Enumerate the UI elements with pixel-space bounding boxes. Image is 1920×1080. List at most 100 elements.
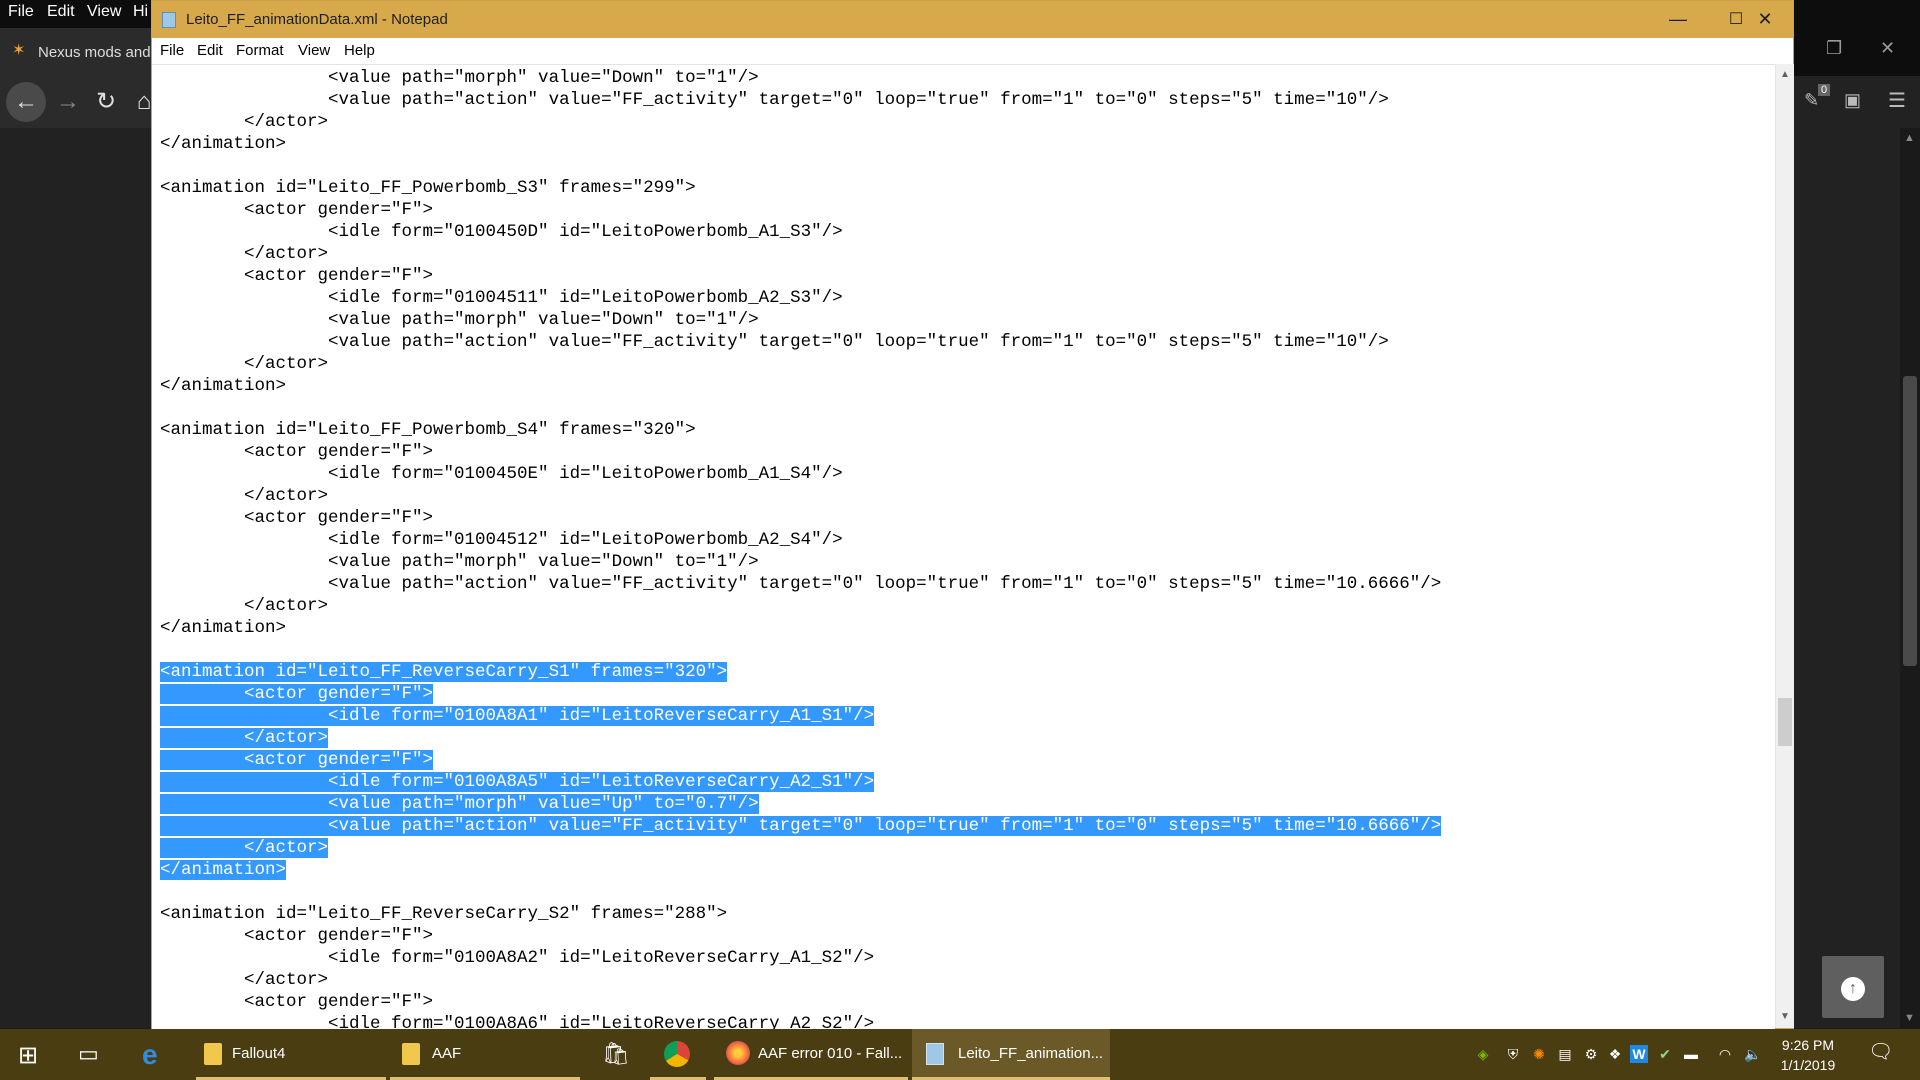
editor-line[interactable]: <idle form="01004511" id="LeitoPowerbomb… [160, 287, 1441, 309]
forward-button[interactable]: → [50, 84, 86, 120]
menu-edit[interactable]: Edit [197, 42, 223, 59]
close-button[interactable]: ✕ [1736, 1, 1794, 38]
firefox-icon [726, 1041, 750, 1065]
notepad-title-bar[interactable]: Leito_FF_animationData.xml - Notepad — ☐… [152, 1, 1793, 38]
editor-line[interactable]: </animation> [160, 375, 1441, 397]
editor-line[interactable]: <idle form="0100A8A2" id="LeitoReverseCa… [160, 947, 1441, 969]
editor-line[interactable]: <actor gender="F"> [160, 265, 1441, 287]
text-editor[interactable]: <value path="morph" value="Down" to="1"/… [152, 64, 1775, 1031]
editor-line[interactable]: </animation> [160, 133, 1441, 155]
dropbox-icon[interactable]: ❖ [1606, 1045, 1624, 1063]
taskbar-app-firefox[interactable]: AAF error 010 - Fall... [714, 1029, 908, 1080]
editor-line[interactable] [160, 881, 1441, 903]
avast-icon[interactable]: ✺ [1530, 1045, 1548, 1063]
editor-line[interactable]: <value path="action" value="FF_activity"… [160, 815, 1442, 837]
editor-line[interactable]: <idle form="0100450D" id="LeitoPowerbomb… [160, 221, 1441, 243]
editor-line[interactable]: <animation id="Leito_FF_Powerbomb_S4" fr… [160, 419, 1441, 441]
editor-line[interactable]: <animation id="Leito_FF_ReverseCarry_S2"… [160, 903, 1441, 925]
extension-icon[interactable]: ✎ [1804, 90, 1819, 111]
security-shield-icon[interactable]: ⛨ [1504, 1045, 1522, 1063]
back-button[interactable]: ← [6, 82, 46, 122]
editor-line[interactable] [160, 639, 1441, 661]
editor-line[interactable]: </actor> [160, 595, 1441, 617]
page-scrollbar[interactable]: ▲ ▼ [1900, 128, 1920, 1028]
taskbar-app-fallout4[interactable]: Fallout4 [196, 1029, 386, 1080]
browser-menu-history[interactable]: Hi [133, 3, 148, 21]
editor-line[interactable]: <value path="morph" value="Down" to="1"/… [160, 309, 1441, 331]
steam-icon[interactable]: ⚙ [1582, 1045, 1600, 1063]
scroll-up-icon[interactable]: ▲ [1776, 66, 1794, 84]
editor-line[interactable]: <idle form="0100450E" id="LeitoPowerbomb… [160, 463, 1441, 485]
editor-line[interactable] [160, 397, 1441, 419]
taskbar-clock[interactable]: 9:26 PM 1/1/2019 [1768, 1035, 1848, 1075]
menu-file[interactable]: File [160, 42, 184, 59]
taskbar-app-notepad[interactable]: Leito_FF_animation... [912, 1029, 1110, 1080]
menu-format[interactable]: Format [236, 42, 284, 59]
editor-line[interactable]: <idle form="0100A8A5" id="LeitoReverseCa… [160, 771, 1441, 793]
scroll-up-icon[interactable]: ▲ [1904, 132, 1915, 144]
browser-menu-edit[interactable]: Edit [47, 3, 75, 21]
page-scroll-thumb[interactable] [1903, 376, 1917, 666]
editor-line[interactable]: </animation> [160, 859, 1441, 881]
editor-scroll-thumb[interactable] [1778, 698, 1792, 746]
task-view-icon[interactable]: ▭ [78, 1041, 99, 1067]
editor-line[interactable]: <value path="action" value="FF_activity"… [160, 89, 1441, 111]
scroll-to-top-button[interactable]: ↑ [1822, 956, 1884, 1018]
close-icon[interactable]: ✕ [1880, 38, 1895, 59]
editor-line[interactable] [160, 155, 1441, 177]
taskbar-app-store[interactable]: 🛍 [592, 1029, 638, 1080]
browser-menu-file[interactable]: File [8, 3, 34, 21]
editor-line[interactable]: <value path="morph" value="Down" to="1"/… [160, 551, 1441, 573]
editor-line[interactable]: <actor gender="F"> [160, 925, 1441, 947]
battery-icon[interactable]: ▬ [1682, 1045, 1700, 1063]
menu-help[interactable]: Help [344, 42, 375, 59]
wifi-icon[interactable]: ◠ [1716, 1045, 1734, 1063]
editor-line[interactable]: <actor gender="F"> [160, 507, 1441, 529]
editor-content[interactable]: <value path="morph" value="Down" to="1"/… [160, 67, 1442, 1031]
editor-line[interactable]: <idle form="01004512" id="LeitoPowerbomb… [160, 529, 1441, 551]
editor-line[interactable]: <actor gender="F"> [160, 991, 1441, 1013]
windows-start-icon[interactable]: ⊞ [18, 1041, 38, 1070]
edge-icon[interactable]: e [142, 1039, 158, 1071]
editor-line[interactable]: <value path="action" value="FF_activity"… [160, 331, 1441, 353]
taskbar-app-chrome[interactable] [650, 1029, 706, 1080]
restore-icon[interactable]: ❐ [1826, 38, 1842, 59]
editor-line[interactable]: <idle form="0100A8A1" id="LeitoReverseCa… [160, 705, 1441, 727]
editor-line[interactable]: <value path="morph" value="Up" to="0.7"/… [160, 793, 1441, 815]
editor-line[interactable]: <actor gender="F"> [160, 441, 1441, 463]
editor-line[interactable]: </actor> [160, 969, 1441, 991]
reload-button[interactable]: ↻ [88, 84, 124, 120]
update-check-icon[interactable]: ✔ [1656, 1045, 1674, 1063]
editor-line[interactable]: <actor gender="F"> [160, 199, 1441, 221]
editor-line[interactable]: </actor> [160, 485, 1441, 507]
menu-icon[interactable]: ☰ [1888, 88, 1906, 113]
editor-line[interactable]: <actor gender="F"> [160, 683, 1441, 705]
editor-line[interactable]: <value path="morph" value="Down" to="1"/… [160, 67, 1441, 89]
editor-line-text: <actor gender="F"> [160, 926, 434, 946]
browser-tab[interactable]: ✶ Nexus mods and [0, 28, 160, 76]
minimize-button[interactable]: — [1649, 1, 1707, 38]
browser-menu-view[interactable]: View [87, 3, 121, 21]
volume-icon[interactable]: 🔈 [1744, 1045, 1762, 1063]
menu-view[interactable]: View [298, 42, 330, 59]
editor-line[interactable]: </actor> [160, 243, 1441, 265]
scroll-down-icon[interactable]: ▼ [1776, 1008, 1794, 1026]
editor-line[interactable]: </actor> [160, 111, 1441, 133]
w-app-icon[interactable]: W [1630, 1045, 1648, 1063]
screenshot-icon[interactable]: ▣ [1844, 90, 1861, 111]
nvidia-icon[interactable]: ◈ [1474, 1045, 1492, 1063]
editor-line[interactable]: <animation id="Leito_FF_Powerbomb_S3" fr… [160, 177, 1441, 199]
editor-line[interactable]: <actor gender="F"> [160, 749, 1441, 771]
browser-tab-label: Nexus mods and [38, 44, 151, 61]
action-center-icon[interactable]: 🗨 [1868, 1042, 1893, 1062]
editor-line[interactable]: </actor> [160, 837, 1441, 859]
editor-line[interactable]: <animation id="Leito_FF_ReverseCarry_S1"… [160, 661, 1441, 683]
device-icon[interactable]: ▤ [1556, 1045, 1574, 1063]
editor-line[interactable]: </actor> [160, 727, 1441, 749]
editor-line[interactable]: <value path="action" value="FF_activity"… [160, 573, 1441, 595]
editor-scrollbar[interactable]: ▲ ▼ [1775, 64, 1794, 1028]
scroll-down-icon[interactable]: ▼ [1904, 1012, 1915, 1024]
taskbar-app-aaf[interactable]: AAF [390, 1029, 580, 1080]
editor-line[interactable]: </actor> [160, 353, 1441, 375]
editor-line[interactable]: </animation> [160, 617, 1441, 639]
